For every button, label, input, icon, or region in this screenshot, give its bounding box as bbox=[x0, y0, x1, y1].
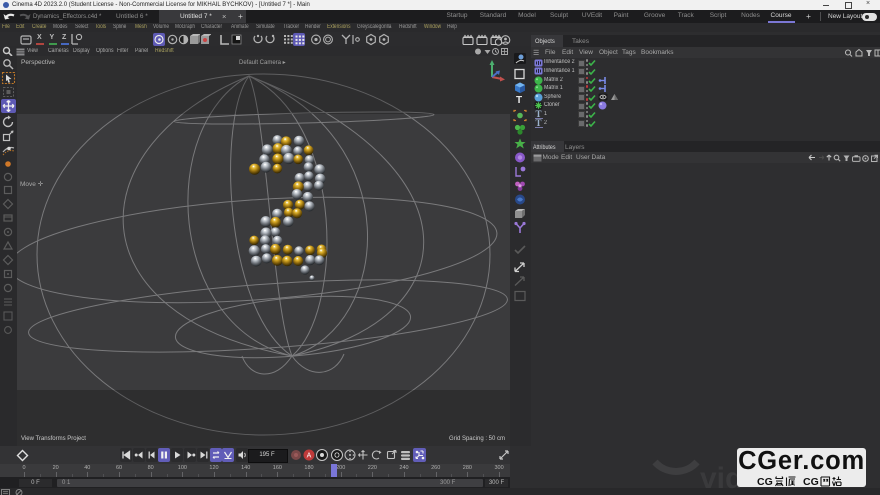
svg-text:CG: CG bbox=[803, 476, 819, 488]
svg-text:O: O bbox=[334, 453, 340, 460]
svg-text:A: A bbox=[307, 453, 312, 460]
svg-text:CG: CG bbox=[757, 476, 773, 488]
svg-text:vid: vid bbox=[700, 462, 740, 495]
